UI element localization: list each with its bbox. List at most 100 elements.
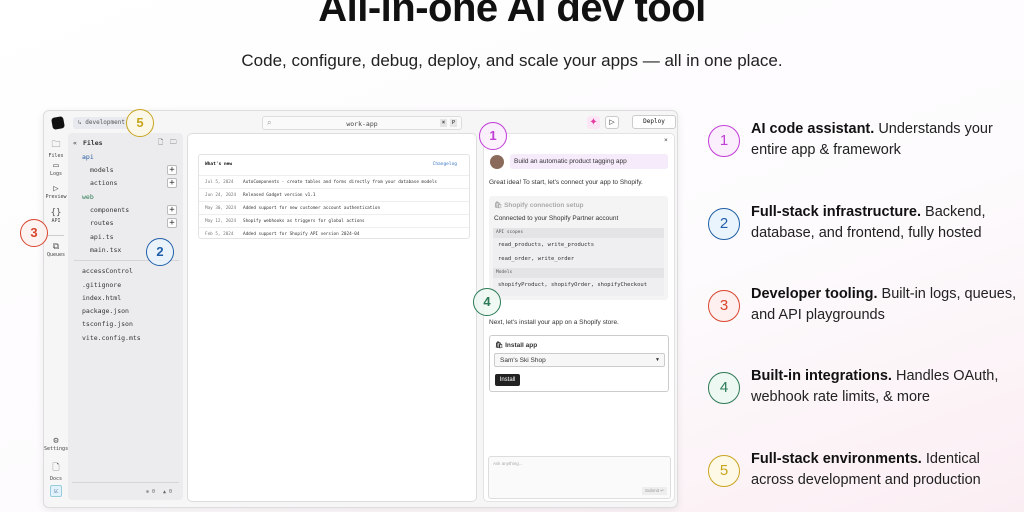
- feature-number: 5: [708, 455, 740, 487]
- rail-files[interactable]: 🗀 Files: [44, 137, 68, 159]
- news-row: May 30, 2024 Added support for new custom…: [199, 201, 469, 214]
- submit-label: Submit: [644, 488, 659, 493]
- add-component-button[interactable]: +: [167, 205, 177, 215]
- assistant-reply-2: Next, let's install your app on a Shopif…: [489, 319, 619, 326]
- error-count[interactable]: ⊗ 0: [146, 489, 155, 495]
- setup-title: 🛍 Shopify connection setup: [494, 202, 584, 209]
- deploy-button[interactable]: Deploy: [632, 115, 676, 129]
- callout-5: 5: [126, 109, 154, 137]
- rail-logs[interactable]: ▭ Logs: [44, 161, 68, 177]
- feature-title: Full-stack environments.: [751, 451, 922, 467]
- play-icon: ▷: [53, 184, 59, 194]
- feature-title: Developer tooling.: [751, 286, 878, 302]
- feature-title: Full-stack infrastructure.: [751, 204, 922, 220]
- install-title: 🛍 Install app: [495, 342, 538, 349]
- install-button[interactable]: Install: [495, 374, 520, 386]
- user-message-text: Build an automatic product tagging app: [514, 158, 627, 165]
- feature-number: 2: [708, 208, 740, 240]
- tree-vite-config[interactable]: vite.config.mts: [82, 334, 141, 342]
- tree-components[interactable]: components: [90, 206, 129, 214]
- rail-settings[interactable]: ⚙ Settings: [44, 436, 68, 452]
- news-text: Added support for Shopify API version 20…: [243, 232, 360, 237]
- rail-label: Settings: [44, 446, 69, 452]
- rail-label: API: [51, 218, 61, 224]
- gear-icon: ⚙: [53, 436, 59, 446]
- store-select[interactable]: Sam's Ski Shop ▼: [494, 353, 665, 367]
- add-route-button[interactable]: +: [167, 218, 177, 228]
- file-explorer: « Files 🗋 🗀 api models + actions + web com…: [68, 133, 183, 500]
- tree-accesscontrol[interactable]: accessControl: [82, 267, 133, 275]
- shopify-setup-card: 🛍 Shopify connection setup Connected to …: [489, 196, 668, 300]
- rail-api[interactable]: {} API: [44, 208, 68, 224]
- rail-queues[interactable]: ⧉ Queues: [44, 242, 68, 258]
- error-count-value: 0: [152, 489, 156, 495]
- feature-title: Built-in integrations.: [751, 368, 892, 384]
- tree-api[interactable]: api: [82, 153, 94, 161]
- rail-label: Queues: [46, 252, 66, 258]
- preview-play-button[interactable]: ▷: [605, 116, 619, 129]
- install-title-text: Install app: [505, 342, 538, 349]
- add-action-button[interactable]: +: [167, 178, 177, 188]
- models-label: Models: [496, 270, 513, 275]
- chat-input[interactable]: Ask anything... Submit ↵: [488, 456, 671, 499]
- add-model-button[interactable]: +: [167, 165, 177, 175]
- tree-actions[interactable]: actions: [90, 179, 117, 187]
- scopes-table: API scopes read_products, write_products…: [493, 228, 664, 296]
- callout-4: 4: [473, 288, 501, 316]
- connected-text: Connected to your Shopify Partner accoun…: [494, 215, 619, 222]
- feature-number: 1: [708, 125, 740, 157]
- page-title: All-in-one AI dev tool: [318, 0, 706, 30]
- tree-package-json[interactable]: package.json: [82, 307, 129, 315]
- tree-routes[interactable]: routes: [90, 219, 113, 227]
- models-header: Models: [493, 268, 664, 278]
- store-select-value: Sam's Ski Shop: [500, 357, 546, 364]
- tree-tsconfig[interactable]: tsconfig.json: [82, 320, 133, 328]
- warning-count-value: 0: [169, 489, 173, 495]
- scopes-header: API scopes: [493, 228, 664, 238]
- ai-sparkle-button[interactable]: ✦: [587, 116, 600, 129]
- braces-icon: {}: [50, 208, 62, 218]
- changelog-link[interactable]: Changelog: [433, 162, 457, 167]
- chat-placeholder: Ask anything...: [493, 461, 523, 466]
- doc-icon: 🗋: [52, 463, 60, 473]
- tree-main-tsx[interactable]: main.tsx: [90, 246, 121, 254]
- close-icon[interactable]: ×: [664, 137, 668, 144]
- rail-label: Preview: [45, 194, 67, 200]
- rail-label: Files: [48, 153, 64, 159]
- rail-docs[interactable]: 🗋 Docs: [44, 460, 68, 482]
- news-row: Jun 24, 2024 Released Gadget version v1.1: [199, 188, 469, 201]
- new-folder-icon[interactable]: 🗀: [170, 138, 177, 149]
- chevron-down-icon: ▼: [655, 357, 660, 363]
- shortcut-p: P: [449, 119, 457, 127]
- news-row: Jul 5, 2024 AutoComponents - create table…: [199, 175, 469, 188]
- tree-models[interactable]: models: [90, 166, 113, 174]
- folder-icon: 🗀: [51, 140, 61, 150]
- collapse-icon[interactable]: «: [73, 139, 77, 147]
- environment-name: development: [85, 119, 125, 126]
- scopes-label: API scopes: [496, 230, 524, 235]
- submit-button[interactable]: Submit ↵: [641, 487, 667, 495]
- new-file-icon[interactable]: 🗋: [158, 138, 163, 149]
- warning-count[interactable]: ▲ 0: [163, 489, 172, 495]
- scope-row: read_products, write_products: [498, 242, 595, 248]
- tree-api-ts[interactable]: api.ts: [90, 233, 113, 241]
- rail-divider: [48, 235, 64, 236]
- queues-icon: ⧉: [52, 242, 60, 252]
- rail-label: Logs: [49, 171, 63, 177]
- scope-row: read_order, write_order: [498, 256, 575, 262]
- assistant-reply: Great idea! To start, let's connect your…: [489, 179, 643, 186]
- shortcut-cmd: ⌘: [439, 119, 447, 127]
- environment-badge[interactable]: ↳ development: [73, 117, 130, 129]
- user-message: Build an automatic product tagging app: [510, 154, 668, 169]
- search-bar[interactable]: ⌕ work-app ⌘ P: [262, 116, 462, 130]
- tree-index-html[interactable]: index.html: [82, 294, 121, 302]
- user-avatar[interactable]: SC: [50, 485, 62, 497]
- feature-number: 4: [708, 372, 740, 404]
- rail-preview[interactable]: ▷ Preview: [44, 184, 68, 200]
- status-divider: [72, 482, 179, 483]
- tree-gitignore[interactable]: .gitignore: [82, 281, 121, 289]
- callout-3: 3: [20, 219, 48, 247]
- feature-number: 3: [708, 290, 740, 322]
- tree-web[interactable]: web: [82, 193, 94, 201]
- gadget-logo: [51, 116, 65, 130]
